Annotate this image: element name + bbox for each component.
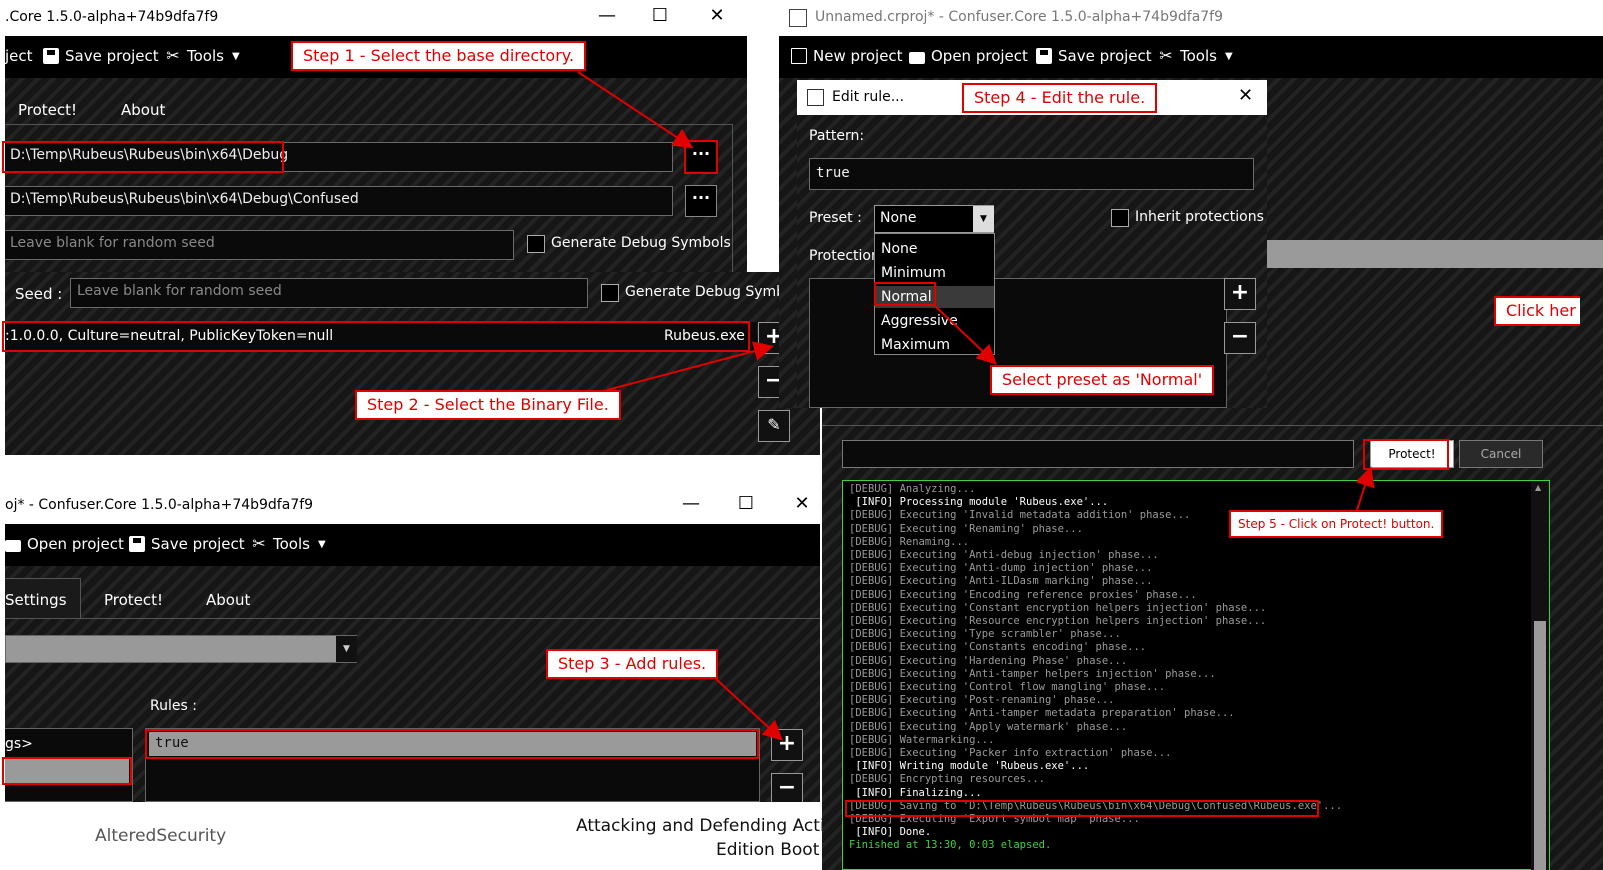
arrow-preset	[934, 305, 997, 365]
arrow-step2	[606, 341, 774, 391]
arrow-step5	[1355, 466, 1375, 511]
annotation-arrows	[577, 71, 1375, 741]
arrow-step1	[577, 71, 694, 149]
arrow-step3	[715, 678, 783, 741]
